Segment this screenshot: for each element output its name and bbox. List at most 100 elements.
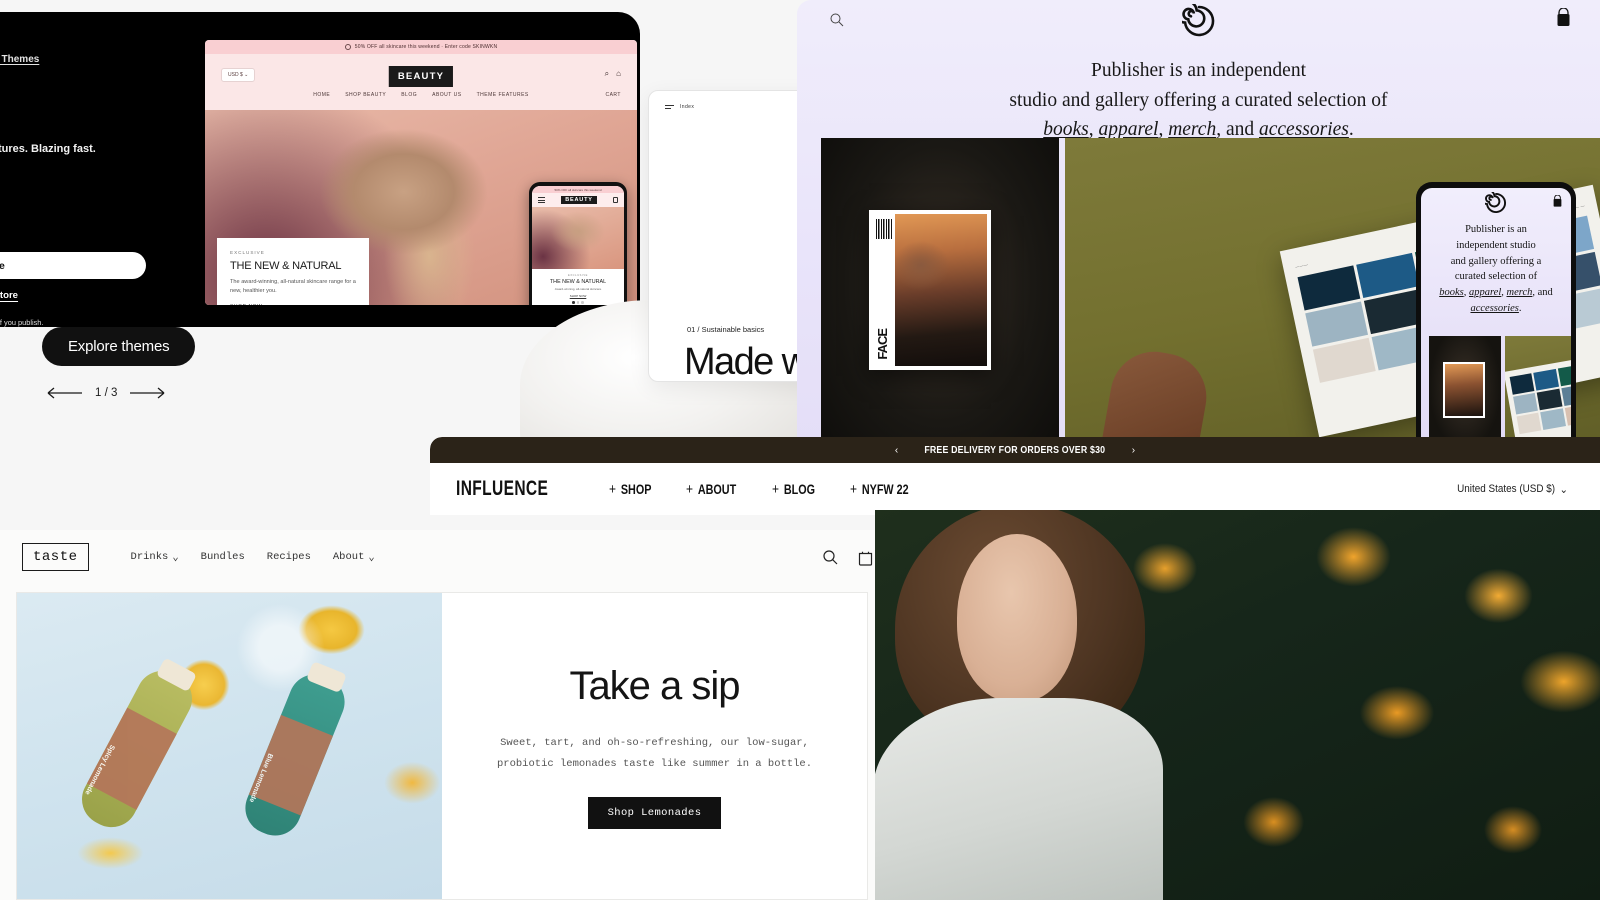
hoodies-kicker: 01 / Sustainable basics [687,325,765,334]
mobile-lead-word-apparel[interactable]: apparel [1469,287,1501,298]
nav-item-shop[interactable]: + SHOP [609,481,651,498]
mobile-header [1421,188,1571,218]
prev-arrow-icon[interactable] [40,386,84,400]
author-link[interactable]: Troop Themes [0,54,39,65]
bottle-name: Blue Lemonade [247,752,274,804]
nav-item-blog[interactable]: + BLOG [772,481,815,498]
publisher-header [797,0,1600,40]
nav-item-recipes[interactable]: Recipes [267,551,311,564]
account-icon[interactable]: ⌂ [616,69,621,79]
theme-price: $320 USD [0,101,186,119]
nav-item-shop-beauty[interactable]: SHOP BEAUTY [345,92,386,98]
mobile-magazine-tile[interactable] [1429,336,1501,450]
lemonade-photo: Spicy Lemonade Blue Lemonade [17,593,442,899]
shopping-bag-icon[interactable] [1555,8,1572,28]
beauty-header-icons: ⌕ ⌂ [605,69,621,79]
shopping-bag-icon[interactable] [1552,195,1563,208]
mobile-zine-spread [1505,349,1571,450]
free-trial-note: Unlimited free trial Pay if you publish. [0,318,146,327]
bottle-spicy-lemonade: Spicy Lemonade [72,657,202,837]
feature-item: Store locator [0,205,186,219]
influence-nav: + SHOP + ABOUT + BLOG + NYFW 22 [609,481,924,498]
blockshop-theme-card: Blockshop by Troop Themes Version 9.2.0 … [0,12,640,327]
beauty-mobile-screen: 50% OFF all skincare this weekend BEAUTY… [532,186,624,305]
carousel-pager: 1 / 3 [40,386,172,400]
nav-item-home[interactable]: HOME [313,92,330,98]
beauty-announcement-bar: 50% OFF all skincare this weekend · Ente… [205,40,637,54]
beauty-theme-preview: 50% OFF all skincare this weekend · Ente… [205,40,637,305]
mobile-lead-word-merch[interactable]: merch [1507,287,1533,298]
taste-hero-section: Spicy Lemonade Blue Lemonade Take a sip … [16,592,868,900]
nav-item-about[interactable]: + ABOUT [686,481,736,498]
nav-label-about: About [332,551,365,563]
flowers-portrait-photo [875,510,1600,900]
mobile-lead-line-4: curated selection of [1454,271,1538,283]
lead-line-2: studio and gallery offering a curated se… [1009,89,1388,111]
plus-icon: + [850,480,858,498]
beauty-mobile-mockup: 50% OFF all skincare this weekend BEAUTY… [529,182,627,305]
shop-lemonades-button[interactable]: Shop Lemonades [587,796,722,829]
carousel-counter: 1 / 3 [95,387,118,399]
view-demo-store-link[interactable]: View demo store [0,290,146,301]
nav-item-about-us[interactable]: ABOUT US [432,92,461,98]
publisher-lead-text: Publisher is an independent studio and g… [1009,60,1388,141]
blockshop-info-column: Blockshop by Troop Themes Version 9.2.0 … [0,12,210,327]
search-icon[interactable]: ⌕ [605,69,609,79]
try-theme-button[interactable]: Try theme [0,252,146,279]
bottle-label: Blue Lemonade [247,714,333,816]
theme-author: by Troop Themes [0,54,39,65]
model-face [957,534,1077,702]
mobile-hero-image [532,207,624,269]
model-sweater [875,698,1163,900]
plus-icon: + [772,480,780,498]
mobile-lead-word-accessories[interactable]: accessories [1470,303,1518,314]
beauty-cart-link[interactable]: CART [605,92,621,98]
mobile-hero-text: EXCLUSIVE THE NEW & NATURAL Award-winnin… [532,269,624,305]
hero-cta-link[interactable]: SHOP NOW [230,304,356,305]
carousel-dots[interactable] [536,301,620,304]
feature-item: Countdown timer [0,219,186,233]
taste-paragraph-line-1: Sweet, tart, and oh-so-refreshing, our l… [500,736,809,749]
hoodies-menu-label[interactable]: Index [680,104,694,110]
mobile-zine-tile[interactable] [1505,336,1571,450]
nav-item-about[interactable]: About ⌄ [333,551,375,564]
announcement-next-icon[interactable]: › [1132,445,1135,456]
chevron-down-icon: ⌄ [172,551,179,564]
nav-item-nyfw[interactable]: + NYFW 22 [850,481,909,498]
next-arrow-icon[interactable] [128,386,172,400]
mobile-lead-and: and [1537,287,1553,298]
nav-label-bundles: Bundles [200,551,245,563]
magazine-tile[interactable]: FACE [821,138,1059,452]
currency-selector[interactable]: USD $ ⌄ [221,68,256,82]
mobile-cta-link[interactable]: SHOP NOW [536,294,620,298]
nav-item-drinks[interactable]: Drinks ⌄ [131,551,179,564]
influence-announcement-text: FREE DELIVERY FOR ORDERS OVER $30 [924,444,1106,456]
feature-item: Color swatches [0,233,186,247]
influence-header: INFLUENCE + SHOP + ABOUT + BLOG + NYFW 22 Un… [430,463,1600,515]
menu-icon[interactable] [665,103,674,110]
magazine-cover: FACE [869,210,991,370]
mobile-zine-grid [1509,356,1571,435]
nav-item-blog[interactable]: BLOG [401,92,417,98]
country-selector[interactable]: United States (USD $) ⌄ [1457,483,1568,496]
publisher-mobile-screen: Publisher is an independent studio and g… [1421,188,1571,450]
announcement-prev-icon[interactable]: ‹ [895,445,898,456]
feature-item: EU translations (EN, FR, IT, DE, ES) [0,191,186,205]
search-icon[interactable] [829,12,844,27]
nav-item-theme-features[interactable]: THEME FEATURES [477,92,529,98]
influence-theme-panel: ‹ FREE DELIVERY FOR ORDERS OVER $30 › IN… [430,437,1600,515]
currency-label: USD $ [228,72,243,78]
explore-themes-button[interactable]: Explore themes [42,327,196,366]
shopping-bag-icon[interactable] [612,197,618,203]
mobile-header: BEAUTY [532,193,624,207]
taste-nav: Drinks ⌄ Bundles Recipes About ⌄ [131,551,375,564]
cart-icon[interactable] [858,549,873,566]
publisher-theme-panel: Publisher is an independent studio and g… [797,0,1600,452]
hero-body: The award-winning, all-natural skincare … [230,279,356,294]
hamburger-icon[interactable] [538,196,545,205]
search-icon[interactable] [822,549,838,566]
mobile-logo: BEAUTY [561,196,597,204]
mobile-lead-word-books[interactable]: books [1439,287,1464,298]
influence-announcement-bar: ‹ FREE DELIVERY FOR ORDERS OVER $30 › [430,437,1600,463]
nav-item-bundles[interactable]: Bundles [201,551,245,564]
